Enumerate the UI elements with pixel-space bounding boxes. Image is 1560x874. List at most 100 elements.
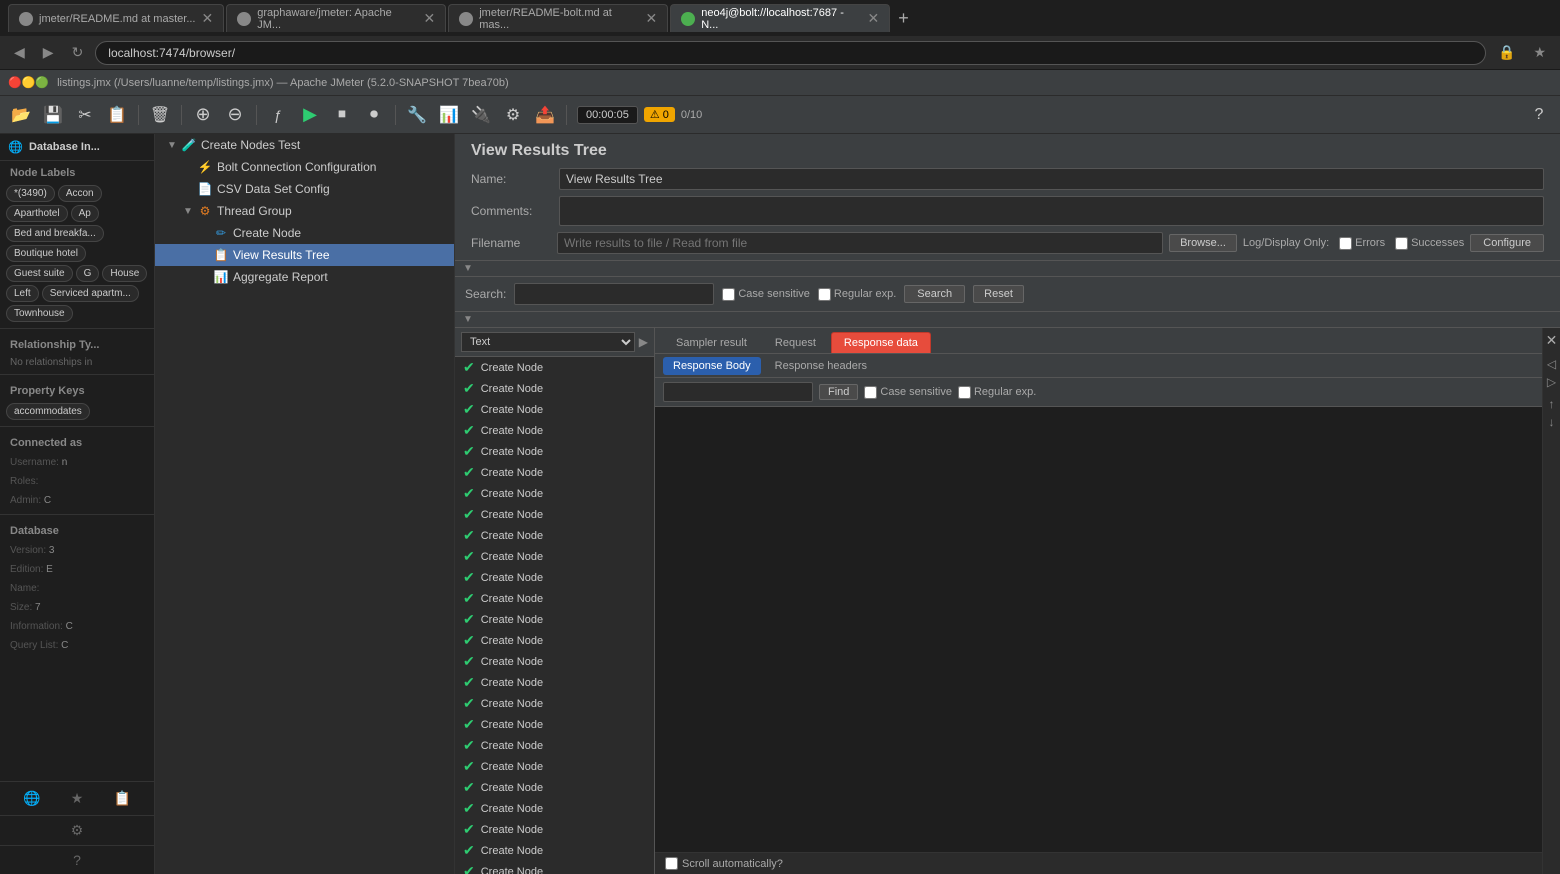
tab-close-1[interactable]: ✕ [201, 10, 213, 27]
tree-item-thread-group[interactable]: ▼ ⚙ Thread Group [155, 200, 454, 222]
result-item-19[interactable]: ✔Create Node [455, 735, 654, 756]
tag-boutique[interactable]: Boutique hotel [6, 245, 86, 262]
result-item-20[interactable]: ✔Create Node [455, 756, 654, 777]
tool3-button[interactable]: 🔌 [466, 101, 496, 129]
tag-bed-breakfast[interactable]: Bed and breakfa... [6, 225, 104, 242]
regular-exp-label[interactable]: Regular exp. [818, 288, 896, 301]
scroll-auto-checkbox[interactable] [665, 857, 678, 870]
result-item-7[interactable]: ✔Create Node [455, 483, 654, 504]
name-input[interactable] [559, 168, 1544, 190]
tag-serviced[interactable]: Serviced apartm... [42, 285, 139, 302]
find-input[interactable] [663, 382, 813, 402]
tab-request[interactable]: Request [762, 332, 829, 353]
find-case-sensitive-label[interactable]: Case sensitive [864, 386, 952, 399]
tab-neo4j-bolt[interactable]: neo4j@bolt://localhost:7687 - N... ✕ [670, 4, 890, 32]
subtab-response-body[interactable]: Response Body [663, 357, 761, 375]
result-item-1[interactable]: ✔Create Node [455, 357, 654, 378]
result-item-5[interactable]: ✔Create Node [455, 441, 654, 462]
sidebar-btn3[interactable]: ↑ [1549, 397, 1555, 411]
reload-button[interactable]: ↻ [66, 42, 90, 63]
extensions-button[interactable]: 🔒 [1492, 42, 1521, 63]
neo4j-nav-icon1[interactable]: 🌐 [23, 790, 40, 807]
remove-button[interactable]: ⊖ [220, 101, 250, 129]
tab-graphaware[interactable]: graphaware/jmeter: Apache JM... ✕ [226, 4, 446, 32]
find-case-sensitive-checkbox[interactable] [864, 386, 877, 399]
tag-ap[interactable]: Ap [71, 205, 99, 222]
settings-button[interactable]: ⚙ [498, 101, 528, 129]
result-item-25[interactable]: ✔Create Node [455, 861, 654, 874]
close-button[interactable]: ✕ [1546, 332, 1558, 349]
browse-button[interactable]: Browse... [1169, 234, 1237, 252]
find-regular-exp-checkbox[interactable] [958, 386, 971, 399]
errors-checkbox[interactable] [1339, 237, 1352, 250]
sidebar-btn2[interactable]: ▷ [1547, 375, 1556, 389]
bookmark-button[interactable]: ★ [1527, 42, 1552, 63]
export-button[interactable]: 📤 [530, 101, 560, 129]
neo4j-help-icon[interactable]: ? [73, 852, 81, 868]
stop-button[interactable]: ⏹ [327, 101, 357, 129]
tag-star-count[interactable]: *(3490) [6, 185, 55, 202]
tag-left[interactable]: Left [6, 285, 39, 302]
search-button[interactable]: Search [904, 285, 965, 303]
result-item-22[interactable]: ✔Create Node [455, 798, 654, 819]
configure-button[interactable]: Configure [1470, 234, 1544, 252]
result-item-21[interactable]: ✔Create Node [455, 777, 654, 798]
open-button[interactable]: 📂 [6, 101, 36, 129]
tab-sampler-result[interactable]: Sampler result [663, 332, 760, 353]
successes-checkbox-label[interactable]: Successes [1395, 237, 1464, 250]
successes-checkbox[interactable] [1395, 237, 1408, 250]
result-item-2[interactable]: ✔Create Node [455, 378, 654, 399]
record-button[interactable]: ⏺ [359, 101, 389, 129]
result-item-15[interactable]: ✔Create Node [455, 651, 654, 672]
result-item-18[interactable]: ✔Create Node [455, 714, 654, 735]
back-button[interactable]: ◀ [8, 42, 31, 63]
neo4j-settings-icon[interactable]: ⚙ [71, 822, 84, 839]
result-item-23[interactable]: ✔Create Node [455, 819, 654, 840]
tag-accommodates[interactable]: accommodates [6, 403, 90, 420]
dropdown-arrow[interactable]: ▶ [639, 335, 648, 349]
result-item-24[interactable]: ✔Create Node [455, 840, 654, 861]
paste-button[interactable]: 📋 [102, 101, 132, 129]
tool2-button[interactable]: 📊 [434, 101, 464, 129]
tab-close-4[interactable]: ✕ [867, 10, 879, 27]
help-button[interactable]: ? [1524, 101, 1554, 129]
collapse-bar-2[interactable]: ▼ [455, 312, 1560, 328]
address-input[interactable] [95, 41, 1486, 65]
scroll-auto-label[interactable]: Scroll automatically? [665, 857, 783, 870]
result-item-10[interactable]: ✔Create Node [455, 546, 654, 567]
tree-item-view-results[interactable]: 📋 View Results Tree [155, 244, 454, 266]
result-item-9[interactable]: ✔Create Node [455, 525, 654, 546]
tag-guest-suite[interactable]: Guest suite [6, 265, 73, 282]
tab-close-2[interactable]: ✕ [423, 10, 435, 27]
tree-item-create-node[interactable]: ✏ Create Node [155, 222, 454, 244]
text-dropdown[interactable]: Text [461, 332, 635, 352]
tag-aparthotel[interactable]: Aparthotel [6, 205, 68, 222]
tab-bolt-readme[interactable]: jmeter/README-bolt.md at mas... ✕ [448, 4, 668, 32]
tree-item-aggregate[interactable]: 📊 Aggregate Report [155, 266, 454, 288]
case-sensitive-label[interactable]: Case sensitive [722, 288, 810, 301]
filename-input[interactable] [557, 232, 1163, 254]
subtab-response-headers[interactable]: Response headers [765, 357, 877, 375]
search-input[interactable] [514, 283, 714, 305]
forward-button[interactable]: ▶ [37, 42, 60, 63]
find-regular-exp-label[interactable]: Regular exp. [958, 386, 1036, 399]
result-item-6[interactable]: ✔Create Node [455, 462, 654, 483]
cut-button[interactable]: ✂ [70, 101, 100, 129]
comments-textarea[interactable] [559, 196, 1544, 226]
neo4j-nav-icon3[interactable]: 📋 [113, 790, 130, 807]
tree-item-bolt-connection[interactable]: ⚡ Bolt Connection Configuration [155, 156, 454, 178]
delete-button[interactable]: 🗑 [145, 101, 175, 129]
result-item-4[interactable]: ✔Create Node [455, 420, 654, 441]
result-item-3[interactable]: ✔Create Node [455, 399, 654, 420]
result-item-12[interactable]: ✔Create Node [455, 588, 654, 609]
collapse-bar-1[interactable]: ▼ [455, 261, 1560, 277]
result-item-11[interactable]: ✔Create Node [455, 567, 654, 588]
tab-github-jmeter[interactable]: jmeter/README.md at master... ✕ [8, 4, 224, 32]
tree-item-create-nodes-test[interactable]: ▼ 🧪 Create Nodes Test [155, 134, 454, 156]
result-item-14[interactable]: ✔Create Node [455, 630, 654, 651]
tag-townhouse[interactable]: Townhouse [6, 305, 73, 322]
tag-house[interactable]: House [102, 265, 147, 282]
function-button[interactable]: ƒ [263, 101, 293, 129]
sidebar-btn1[interactable]: ◁ [1547, 357, 1556, 371]
tab-response-data[interactable]: Response data [831, 332, 931, 353]
